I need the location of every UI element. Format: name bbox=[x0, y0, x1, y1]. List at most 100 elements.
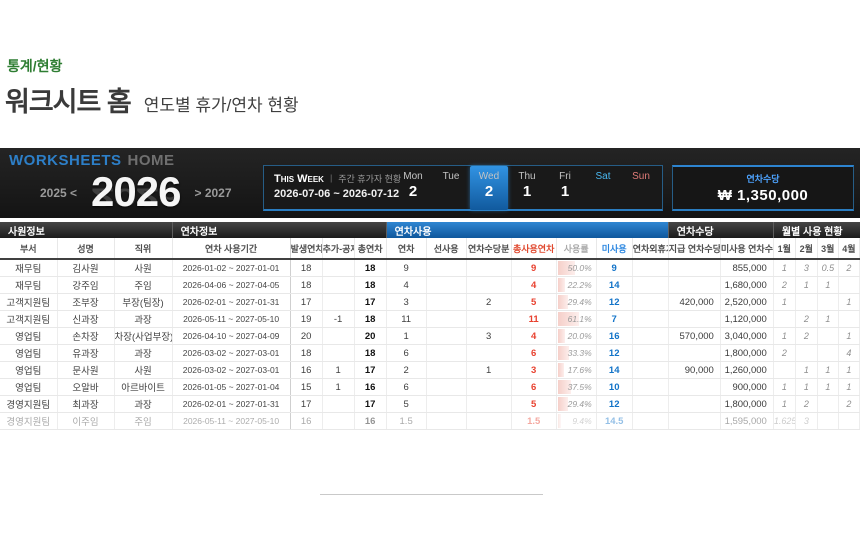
cell-extra_leave bbox=[632, 259, 668, 277]
cell-unused: 12 bbox=[596, 345, 632, 362]
cell-granted: 15 bbox=[290, 379, 322, 396]
cell-pre_used bbox=[426, 277, 466, 294]
cell-m3: 0.5 bbox=[817, 259, 838, 277]
cell-m4: 1 bbox=[838, 294, 859, 311]
current-year-wrap: 2026 2026 bbox=[91, 170, 180, 216]
cell-unused: 16 bbox=[596, 328, 632, 345]
column-header-used: 연차 bbox=[386, 238, 426, 259]
cell-paid_allowance bbox=[668, 413, 720, 430]
cell-unused: 14 bbox=[596, 362, 632, 379]
cell-allowance_part: 2 bbox=[466, 294, 511, 311]
day-label: Mon bbox=[394, 171, 432, 182]
cell-total: 17 bbox=[354, 294, 386, 311]
day-count bbox=[622, 183, 660, 201]
cell-total_used: 11 bbox=[511, 311, 556, 328]
cell-allowance_part bbox=[466, 277, 511, 294]
cell-m1 bbox=[773, 311, 795, 328]
bottom-divider bbox=[320, 494, 543, 495]
cell-usage_rate: 17.6% bbox=[556, 362, 596, 379]
this-week-info: This Weekㅣ주간 휴가자 현황 2026-07-06 ~ 2026-07… bbox=[264, 166, 386, 209]
cell-pre_used bbox=[426, 259, 466, 277]
cell-used: 1 bbox=[386, 328, 426, 345]
day-cell-wed: Wed2 bbox=[470, 166, 508, 210]
cell-allowance_part: 1 bbox=[466, 362, 511, 379]
status-table: 사원정보연차정보연차사용연차수당월별 사용 현황부서성명직위연차 사용기간발생연… bbox=[0, 222, 860, 430]
cell-unused: 7 bbox=[596, 311, 632, 328]
cell-allowance_part bbox=[466, 311, 511, 328]
cell-period: 2026-01-05 ~ 2027-01-04 bbox=[172, 379, 290, 396]
cell-allowance_part bbox=[466, 345, 511, 362]
cell-extra_leave bbox=[632, 413, 668, 430]
cell-unused_allowance: 1,260,000 bbox=[720, 362, 773, 379]
usage-rate-bar bbox=[558, 414, 561, 428]
cell-granted: 17 bbox=[290, 294, 322, 311]
column-header-dept: 부서 bbox=[0, 238, 57, 259]
cell-pre_used bbox=[426, 294, 466, 311]
cell-m1: 2 bbox=[773, 345, 795, 362]
cell-period: 2026-04-10 ~ 2027-04-09 bbox=[172, 328, 290, 345]
cell-name: 조부장 bbox=[57, 294, 114, 311]
cell-unused: 9 bbox=[596, 259, 632, 277]
cell-paid_allowance: 90,000 bbox=[668, 362, 720, 379]
cell-total: 17 bbox=[354, 396, 386, 413]
cell-granted: 20 bbox=[290, 328, 322, 345]
day-label: Sun bbox=[622, 171, 660, 182]
cell-allowance_part: 3 bbox=[466, 328, 511, 345]
column-header-period: 연차 사용기간 bbox=[172, 238, 290, 259]
cell-name: 신과장 bbox=[57, 311, 114, 328]
cell-extra_leave bbox=[632, 277, 668, 294]
prev-year-button[interactable]: 2025 < bbox=[40, 186, 77, 200]
cell-m3 bbox=[817, 345, 838, 362]
cell-extra_leave bbox=[632, 396, 668, 413]
week-days: Mon2TueWed2Thu1Fri1SatSun bbox=[394, 166, 662, 209]
cell-adjust: -1 bbox=[322, 311, 354, 328]
usage-rate-bar bbox=[558, 329, 565, 343]
cell-usage_rate: 50.0% bbox=[556, 259, 596, 277]
cell-m3: 1 bbox=[817, 362, 838, 379]
cell-m3 bbox=[817, 413, 838, 430]
cell-allowance_part bbox=[466, 413, 511, 430]
cell-m2: 3 bbox=[795, 413, 817, 430]
dashboard-banner: WORKSHEETSHOME 2025 < 2026 2026 > 2027 T… bbox=[0, 148, 860, 218]
page-heading: 워크시트 홈 연도별 휴가/연차 현황 bbox=[5, 80, 299, 119]
cell-allowance_part bbox=[466, 396, 511, 413]
cell-granted: 18 bbox=[290, 259, 322, 277]
cell-extra_leave bbox=[632, 362, 668, 379]
cell-unused: 12 bbox=[596, 294, 632, 311]
cell-m4: 2 bbox=[838, 259, 859, 277]
cell-total: 18 bbox=[354, 311, 386, 328]
cell-m2 bbox=[795, 345, 817, 362]
cell-period: 2026-01-02 ~ 2027-01-01 bbox=[172, 259, 290, 277]
cell-total: 20 bbox=[354, 328, 386, 345]
cell-unused_allowance: 1,595,000 bbox=[720, 413, 773, 430]
cell-name: 오알바 bbox=[57, 379, 114, 396]
cell-pre_used bbox=[426, 413, 466, 430]
cell-dept: 고객지원팀 bbox=[0, 311, 57, 328]
table-row: 경영지원팀이주임주임2026-05-11 ~ 2027-05-1016161.5… bbox=[0, 413, 860, 430]
cell-paid_allowance: 420,000 bbox=[668, 294, 720, 311]
column-header-granted: 발생연차 bbox=[290, 238, 322, 259]
next-year-button[interactable]: > 2027 bbox=[194, 186, 231, 200]
cell-m4: 2 bbox=[838, 396, 859, 413]
cell-period: 2026-03-02 ~ 2027-03-01 bbox=[172, 345, 290, 362]
usage-rate-bar bbox=[558, 295, 568, 309]
cell-allowance_part bbox=[466, 259, 511, 277]
cell-adjust bbox=[322, 328, 354, 345]
column-header-total: 총연차 bbox=[354, 238, 386, 259]
allowance-label: 연차수당 bbox=[673, 172, 853, 185]
day-label: Wed bbox=[470, 171, 508, 182]
page-title: 워크시트 홈 bbox=[5, 80, 131, 119]
cell-m3: 1 bbox=[817, 379, 838, 396]
cell-adjust bbox=[322, 294, 354, 311]
cell-usage_rate: 29.4% bbox=[556, 294, 596, 311]
cell-total_used: 6 bbox=[511, 345, 556, 362]
cell-total_used: 1.5 bbox=[511, 413, 556, 430]
cell-total_used: 4 bbox=[511, 277, 556, 294]
day-count: 2 bbox=[470, 183, 508, 201]
cell-dept: 고객지원팀 bbox=[0, 294, 57, 311]
cell-paid_allowance bbox=[668, 259, 720, 277]
cell-used: 6 bbox=[386, 379, 426, 396]
cell-granted: 18 bbox=[290, 345, 322, 362]
this-week-sublabel: 주간 휴가자 현황 bbox=[338, 174, 401, 184]
usage-rate-bar bbox=[558, 278, 566, 292]
